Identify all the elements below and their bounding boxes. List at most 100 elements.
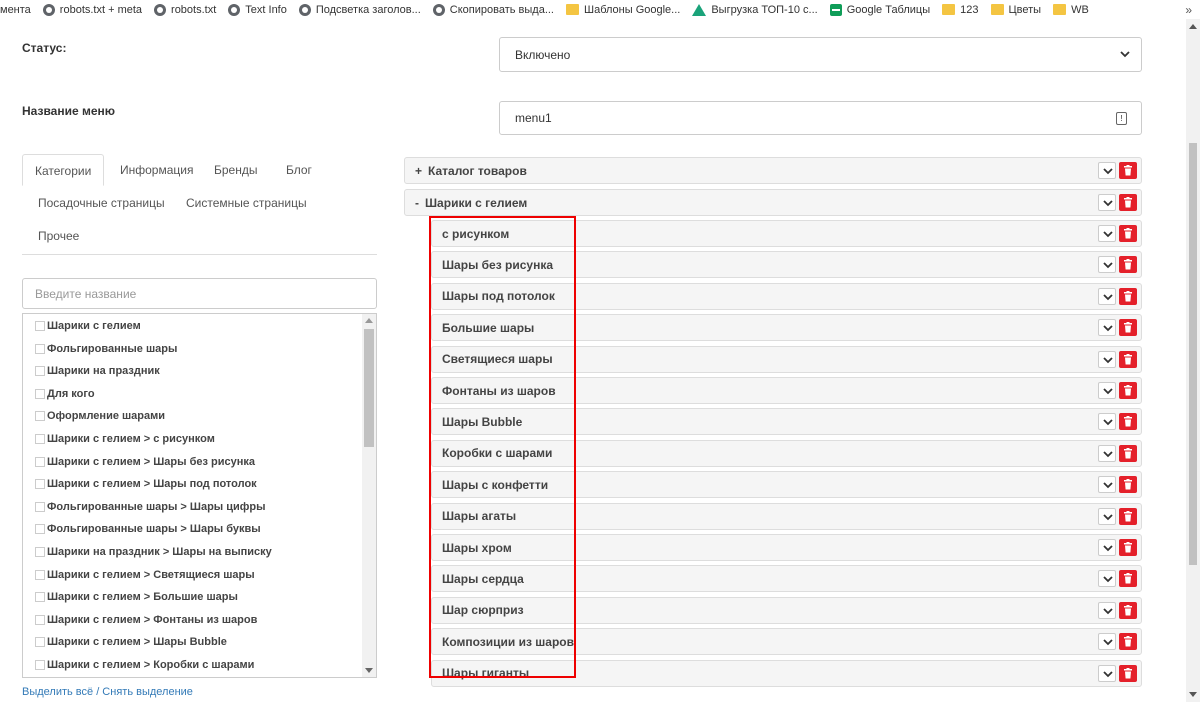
menu-row[interactable]: - Шарики с гелием — [404, 189, 1142, 216]
trash-icon[interactable] — [1119, 350, 1137, 368]
chevron-down-icon[interactable] — [1098, 476, 1116, 494]
menu-row[interactable]: Шары Bubble — [431, 408, 1142, 436]
bookmark-item[interactable]: Text Info — [228, 3, 287, 16]
trash-icon[interactable] — [1119, 382, 1137, 399]
tab-information[interactable]: Информация — [108, 154, 205, 186]
scroll-down-icon[interactable] — [365, 668, 373, 673]
chevron-down-icon[interactable] — [1098, 162, 1116, 179]
menu-row[interactable]: Шары без рисунка — [431, 251, 1142, 279]
checklist-item[interactable]: Шарики с гелием — [35, 316, 141, 336]
chevron-down-icon[interactable] — [1098, 194, 1116, 211]
trash-icon[interactable] — [1119, 319, 1137, 337]
status-select[interactable]: Включено — [499, 37, 1142, 72]
bookmark-item[interactable]: мента — [0, 4, 31, 16]
chevron-down-icon[interactable] — [1098, 633, 1116, 651]
menu-name-input[interactable]: menu1 ! — [499, 101, 1142, 135]
page-scrollbar[interactable] — [1186, 19, 1200, 702]
chevron-down-icon[interactable] — [1098, 287, 1116, 305]
scroll-up-icon[interactable] — [1189, 24, 1197, 29]
checkbox[interactable] — [35, 479, 45, 490]
checkbox[interactable] — [35, 366, 45, 377]
trash-icon[interactable] — [1119, 664, 1137, 682]
menu-row[interactable]: + Каталог товаров — [404, 157, 1142, 184]
checkbox[interactable] — [35, 637, 45, 648]
chevron-down-icon[interactable] — [1098, 444, 1116, 462]
checklist-scrollbar[interactable] — [362, 314, 376, 677]
menu-row[interactable]: Шары гиганты — [431, 659, 1142, 687]
checklist-item[interactable]: Фольгированные шары > Шары цифры — [35, 497, 266, 517]
expand-toggle[interactable]: + — [415, 164, 422, 178]
checkbox[interactable] — [35, 434, 45, 444]
menu-row[interactable]: Фонтаны из шаров — [431, 377, 1142, 404]
tab-system-pages[interactable]: Системные страницы — [174, 187, 319, 219]
checklist-item[interactable]: Фольгированные шары > Шары буквы — [35, 519, 261, 539]
checklist-item[interactable]: Шарики с гелием > Светящиеся шары — [35, 565, 255, 585]
chevron-down-icon[interactable] — [1098, 570, 1116, 588]
trash-icon[interactable] — [1119, 507, 1137, 525]
expand-toggle[interactable]: - — [415, 196, 419, 210]
chevron-down-icon[interactable] — [1098, 382, 1116, 399]
checkbox[interactable] — [35, 501, 45, 512]
bookmark-item[interactable]: WB — [1053, 4, 1089, 16]
checklist-item[interactable]: Шарики с гелием > Коробки с шарами — [35, 655, 254, 675]
checklist-item[interactable]: Шарики с гелием > Фонтаны из шаров — [35, 610, 257, 630]
menu-row[interactable]: Шары хром — [431, 534, 1142, 561]
menu-row[interactable]: Композиции из шаров — [431, 628, 1142, 656]
checklist-item[interactable]: Шарики на праздник > Шары на выписку — [35, 542, 272, 562]
trash-icon[interactable] — [1119, 413, 1137, 431]
menu-row[interactable]: Шары под потолок — [431, 282, 1142, 310]
bookmark-item[interactable]: Цветы — [990, 4, 1041, 16]
checklist-item[interactable]: Фольгированные шары — [35, 339, 177, 359]
chevron-down-icon[interactable] — [1098, 350, 1116, 368]
menu-row[interactable]: с рисунком — [431, 220, 1142, 247]
scroll-up-icon[interactable] — [365, 318, 373, 323]
checkbox[interactable] — [35, 411, 45, 422]
checkbox[interactable] — [35, 569, 45, 580]
trash-icon[interactable] — [1119, 225, 1137, 242]
select-all-link[interactable]: Выделить всё / Снять выделение — [22, 686, 193, 698]
trash-icon[interactable] — [1119, 444, 1137, 462]
chevron-down-icon[interactable] — [1098, 413, 1116, 431]
menu-row[interactable]: Шары агаты — [431, 502, 1142, 530]
bookmark-item[interactable]: Шаблоны Google... — [566, 4, 680, 16]
menu-row[interactable]: Шар сюрприз — [431, 596, 1142, 624]
tab-categories[interactable]: Категории — [22, 154, 105, 186]
bookmarks-more-icon[interactable]: » — [1185, 3, 1192, 17]
checkbox[interactable] — [35, 388, 45, 399]
scroll-down-icon[interactable] — [1189, 692, 1197, 697]
tab-brands[interactable]: Бренды — [202, 154, 269, 186]
scroll-thumb[interactable] — [1189, 143, 1197, 565]
bookmark-item[interactable]: robots.txt + meta — [42, 3, 142, 16]
tab-blog[interactable]: Блог — [274, 154, 324, 186]
trash-icon[interactable] — [1119, 570, 1137, 588]
menu-row[interactable]: Шары сердца — [431, 565, 1142, 593]
checklist-item[interactable]: Шарики с гелием > с рисунком — [35, 429, 215, 449]
chevron-down-icon[interactable] — [1098, 539, 1116, 556]
checkbox[interactable] — [35, 456, 45, 467]
trash-icon[interactable] — [1119, 601, 1137, 619]
chevron-down-icon[interactable] — [1098, 225, 1116, 242]
bookmark-item[interactable]: 123 — [942, 4, 979, 16]
bookmark-item[interactable]: Google Таблицы — [829, 3, 930, 16]
checklist-item[interactable]: Шарики на праздник — [35, 361, 160, 381]
checkbox[interactable] — [35, 547, 45, 557]
checkbox[interactable] — [35, 592, 45, 603]
menu-row[interactable]: Светящиеся шары — [431, 345, 1142, 373]
checklist-item[interactable]: Шарики с гелием > Шары Bubble — [35, 632, 227, 652]
chevron-down-icon[interactable] — [1098, 319, 1116, 337]
menu-row[interactable]: Большие шары — [431, 314, 1142, 342]
bookmark-item[interactable]: Подсветка заголов... — [298, 3, 421, 16]
tab-other[interactable]: Прочее — [26, 220, 91, 252]
checkbox[interactable] — [35, 524, 45, 535]
bookmark-item[interactable]: Скопировать выда... — [432, 3, 554, 16]
checklist-item[interactable]: Шарики с гелием > Шары под потолок — [35, 474, 257, 494]
chevron-down-icon[interactable] — [1098, 256, 1116, 274]
bookmark-item[interactable]: Выгрузка ТОП-10 с... — [692, 3, 818, 16]
checkbox[interactable] — [35, 660, 45, 670]
checkbox[interactable] — [35, 321, 45, 331]
trash-icon[interactable] — [1119, 476, 1137, 494]
chevron-down-icon[interactable] — [1098, 664, 1116, 682]
menu-row[interactable]: Шары с конфетти — [431, 471, 1142, 499]
checklist-item[interactable]: Оформление шарами — [35, 406, 165, 426]
checklist-item[interactable]: Для кого — [35, 384, 95, 404]
